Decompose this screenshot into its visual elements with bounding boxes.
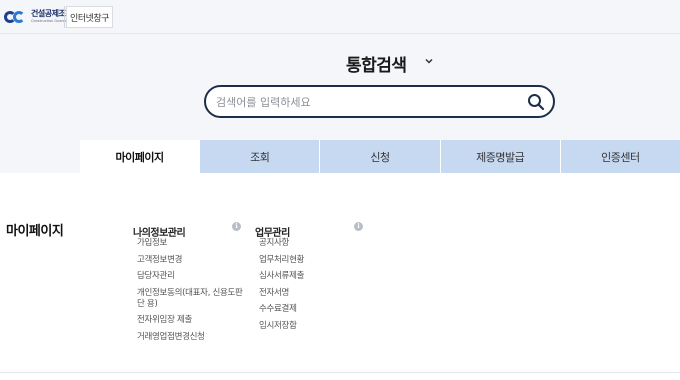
menu-item-work-status[interactable]: 업무처리현황 bbox=[259, 255, 365, 266]
menu-item-join-info[interactable]: 가입정보 bbox=[137, 238, 243, 249]
tab-certificate[interactable]: 제증명발급 bbox=[440, 140, 561, 173]
menu-item-fee-payment[interactable]: 수수료결제 bbox=[259, 304, 365, 315]
menu-item-manager[interactable]: 담당자관리 bbox=[137, 271, 243, 282]
tab-inquiry[interactable]: 조회 bbox=[200, 140, 321, 173]
menu-group-header: 업무관리 i bbox=[255, 221, 365, 239]
chevron-down-icon[interactable] bbox=[424, 56, 434, 66]
search-button[interactable] bbox=[525, 91, 547, 113]
search-input[interactable] bbox=[216, 91, 516, 113]
search-title[interactable]: 통합검색 bbox=[346, 51, 407, 76]
menu-list: 공지사항 업무처리현황 심사서류제출 전자서명 수수료결제 임시저장함 bbox=[255, 238, 365, 332]
menu-item-customer-info-change[interactable]: 고객정보변경 bbox=[137, 255, 243, 266]
menu-group-my-info: 나의정보관리 i 가입정보 고객정보변경 담당자관리 개인정보동의(대표자, 신… bbox=[133, 221, 243, 348]
tab-auth-center[interactable]: 인증센터 bbox=[560, 140, 680, 173]
menu-group-header: 나의정보관리 i bbox=[133, 221, 243, 239]
info-icon[interactable]: i bbox=[354, 222, 363, 231]
divider bbox=[64, 6, 65, 28]
info-icon[interactable]: i bbox=[232, 222, 241, 231]
main-nav-tabs: 마이페이지 조회 신청 제증명발급 인증센터 bbox=[80, 140, 680, 173]
menu-group-title: 업무관리 bbox=[255, 228, 290, 239]
menu-item-notice[interactable]: 공지사항 bbox=[259, 238, 365, 249]
tab-mypage[interactable]: 마이페이지 bbox=[80, 140, 201, 173]
menu-item-privacy-consent[interactable]: 개인정보동의(대표자, 신용도판단 용) bbox=[137, 288, 243, 310]
menu-item-temp-storage[interactable]: 임시저장함 bbox=[259, 321, 365, 332]
internet-window-tab[interactable]: 인터넷창구 bbox=[66, 6, 113, 28]
menu-item-e-delegation[interactable]: 전자위임장 제출 bbox=[137, 315, 243, 326]
search-icon bbox=[528, 94, 545, 111]
menu-group-title: 나의정보관리 bbox=[133, 228, 186, 239]
logo[interactable]: 건설공제조합 Construction Guarantee bbox=[4, 6, 73, 28]
menu-item-e-signature[interactable]: 전자서명 bbox=[259, 288, 365, 299]
divider bbox=[0, 372, 680, 373]
logo-mark-icon bbox=[4, 10, 28, 24]
tab-application[interactable]: 신청 bbox=[320, 140, 441, 173]
search-box bbox=[204, 85, 555, 118]
section-title: 마이페이지 bbox=[6, 224, 64, 239]
menu-group-business: 업무관리 i 공지사항 업무처리현황 심사서류제출 전자서명 수수료결제 임시저… bbox=[255, 221, 365, 337]
menu-list: 가입정보 고객정보변경 담당자관리 개인정보동의(대표자, 신용도판단 용) 전… bbox=[133, 238, 243, 343]
menu-item-branch-change[interactable]: 거래영업점변경신청 bbox=[137, 332, 243, 343]
top-bar: 건설공제조합 Construction Guarantee 인터넷창구 bbox=[0, 0, 680, 34]
top-area: 건설공제조합 Construction Guarantee 인터넷창구 통합검색… bbox=[0, 0, 680, 173]
menu-item-document-submit[interactable]: 심사서류제출 bbox=[259, 271, 365, 282]
